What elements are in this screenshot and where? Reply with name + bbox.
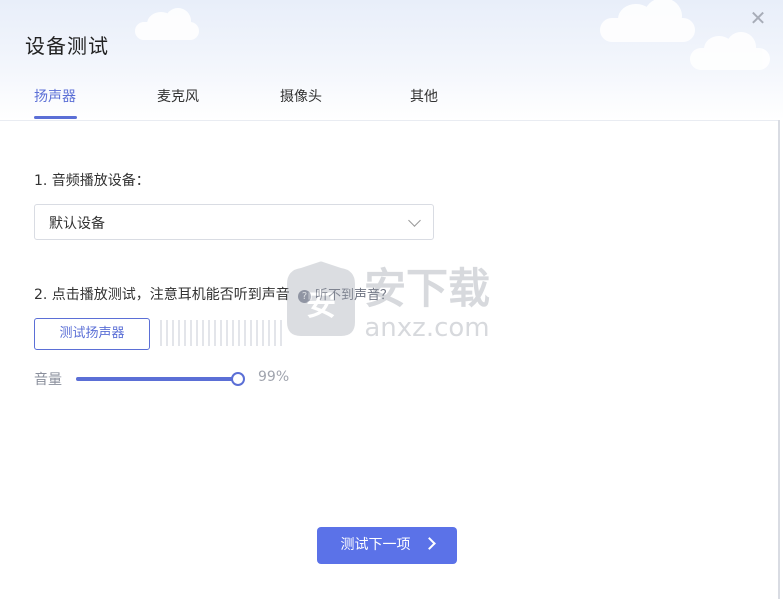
playback-device-label: 1. 音频播放设备： — [34, 173, 150, 189]
meter-bar — [232, 320, 234, 346]
next-test-button[interactable]: 测试下一项 — [317, 527, 457, 564]
tab-other[interactable]: 其他 — [410, 86, 438, 106]
meter-bar — [160, 320, 162, 346]
meter-bar — [220, 320, 222, 346]
chevron-down-icon — [408, 214, 421, 227]
meter-bar — [250, 320, 252, 346]
tab-speaker[interactable]: 扬声器 — [34, 86, 76, 106]
tab-microphone[interactable]: 麦克风 — [157, 86, 199, 106]
meter-bar — [202, 320, 204, 346]
next-test-label: 测试下一项 — [340, 537, 411, 553]
volume-slider-handle[interactable] — [231, 372, 246, 386]
meter-bar — [256, 320, 258, 346]
watermark-subtext: anxz.com — [364, 313, 489, 340]
meter-bar — [268, 320, 270, 346]
volume-slider[interactable] — [76, 372, 246, 386]
active-tab-indicator — [34, 116, 77, 119]
meter-bar — [178, 320, 180, 346]
meter-bar — [280, 320, 282, 346]
watermark-text: 安下载 — [364, 264, 490, 313]
test-instruction: 2. 点击播放测试，注意耳机能否听到声音 — [34, 287, 290, 303]
cloud-decoration — [600, 0, 695, 42]
close-icon[interactable]: ✕ — [748, 8, 768, 28]
meter-bar — [238, 320, 240, 346]
cloud-decoration — [135, 8, 199, 40]
meter-bar — [196, 320, 198, 346]
meter-bar — [172, 320, 174, 346]
meter-bar — [262, 320, 264, 346]
volume-slider-fill — [76, 377, 239, 381]
meter-bar — [244, 320, 246, 346]
playback-device-select[interactable]: 默认设备 — [34, 204, 434, 240]
meter-bar — [226, 320, 228, 346]
meter-bar — [214, 320, 216, 346]
window-edge — [778, 120, 780, 599]
meter-bar — [184, 320, 186, 346]
meter-bar — [274, 320, 276, 346]
watermark-logo: 安 安下载 anxz.com — [287, 261, 490, 340]
chevron-right-icon — [422, 537, 436, 550]
volume-value: 99% — [258, 369, 290, 385]
meter-bar — [190, 320, 192, 346]
output-level-meter — [160, 320, 285, 346]
tab-camera[interactable]: 摄像头 — [280, 86, 322, 106]
dialog-title: 设备测试 — [25, 34, 109, 58]
svg-text:安: 安 — [306, 288, 336, 323]
meter-bar — [208, 320, 210, 346]
test-speaker-button[interactable]: 测试扬声器 — [34, 318, 150, 350]
playback-device-value: 默认设备 — [49, 216, 105, 232]
volume-label: 音量 — [34, 372, 62, 388]
device-test-dialog: 设备测试 ✕ 扬声器 麦克风 摄像头 其他 1. 音频播放设备： 默认设备 2.… — [0, 0, 783, 599]
meter-bar — [166, 320, 168, 346]
cloud-decoration — [690, 32, 770, 70]
tab-bar: 扬声器 麦克风 摄像头 其他 — [0, 80, 778, 121]
